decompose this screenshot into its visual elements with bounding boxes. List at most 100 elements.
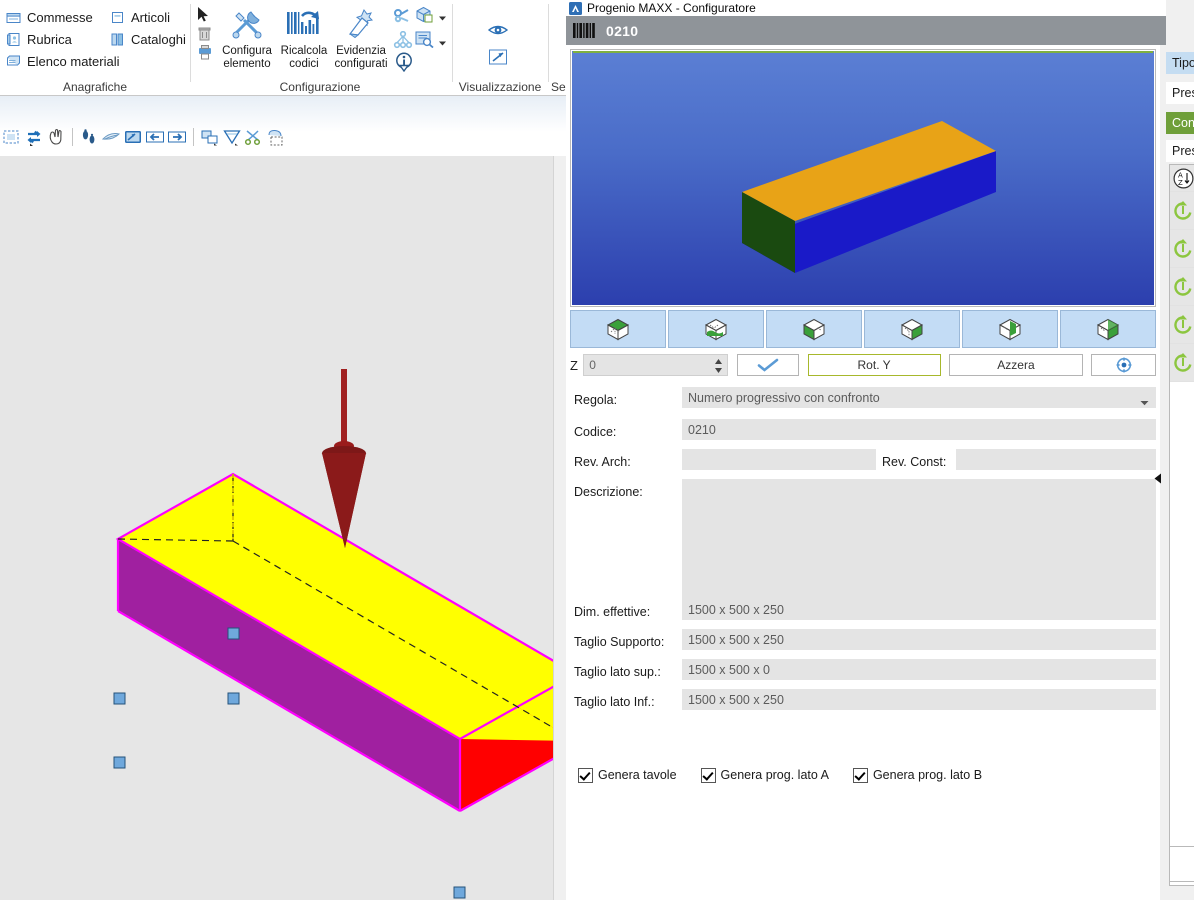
prev-view-icon[interactable] bbox=[145, 127, 165, 147]
taglio-lato-inf-label: Taglio lato Inf.: bbox=[574, 695, 655, 709]
refresh-arrows-icon[interactable] bbox=[24, 127, 44, 147]
clip-region-icon[interactable] bbox=[266, 127, 286, 147]
view-left-button[interactable] bbox=[962, 310, 1058, 348]
descrizione-textarea[interactable] bbox=[682, 479, 1156, 605]
isometric-view-icon[interactable] bbox=[487, 48, 509, 66]
azzera-button[interactable]: Azzera bbox=[948, 354, 1084, 376]
select-window-icon[interactable] bbox=[2, 127, 22, 147]
printer-icon[interactable] bbox=[197, 44, 213, 62]
taglio-lato-inf-field: 1500 x 500 x 250 bbox=[682, 689, 1156, 710]
chevron-down-icon[interactable] bbox=[1140, 395, 1149, 409]
camera-view-icon[interactable] bbox=[123, 127, 143, 147]
chevron-down-icon[interactable] bbox=[438, 36, 447, 46]
rev-arch-field[interactable] bbox=[682, 449, 876, 470]
trash-icon[interactable] bbox=[197, 26, 212, 42]
pan-hand-icon[interactable] bbox=[46, 127, 66, 147]
materials-list-icon bbox=[6, 54, 21, 69]
catalog-icon bbox=[110, 32, 125, 47]
rotate-up-icon[interactable] bbox=[1172, 238, 1194, 260]
walk-icon[interactable] bbox=[79, 127, 99, 147]
sidebar-header-pres-1[interactable]: Pres bbox=[1166, 82, 1194, 104]
z-spinner[interactable]: 0 bbox=[583, 354, 728, 376]
genera-tavole-checkbox[interactable]: Genera tavole bbox=[578, 767, 677, 783]
sidebar-list-item[interactable] bbox=[1170, 268, 1194, 306]
ribbon-group-label-selezione: Sele bbox=[551, 80, 568, 94]
sidebar-list-item[interactable] bbox=[1170, 344, 1194, 382]
genera-prog-lato-b-checkbox[interactable]: Genera prog. lato B bbox=[852, 767, 982, 783]
toolbar-separator bbox=[193, 128, 194, 146]
preview-3d-viewport[interactable]: LS BS BF bbox=[572, 51, 1154, 305]
view-bottom-button[interactable] bbox=[668, 310, 764, 348]
view-front-button[interactable] bbox=[766, 310, 862, 348]
view-right-button[interactable] bbox=[1060, 310, 1156, 348]
taglio-lato-sup-field: 1500 x 500 x 0 bbox=[682, 659, 1156, 680]
sidebar-header-con[interactable]: Con bbox=[1166, 112, 1194, 134]
view-back-button[interactable] bbox=[864, 310, 960, 348]
checkbox-icon[interactable] bbox=[578, 767, 593, 783]
cursor-arrow-icon[interactable] bbox=[196, 6, 210, 24]
spinner-arrows-icon[interactable] bbox=[714, 357, 723, 375]
eye-icon[interactable] bbox=[487, 22, 509, 38]
sidebar-list-item[interactable] bbox=[1170, 230, 1194, 268]
taglio-lato-sup-label: Taglio lato sup.: bbox=[574, 665, 661, 679]
ribbon-item-cataloghi[interactable]: Cataloghi bbox=[110, 32, 186, 47]
rotate-up-icon[interactable] bbox=[1172, 314, 1194, 336]
section-plane-icon[interactable] bbox=[222, 127, 242, 147]
svg-text:Z: Z bbox=[1178, 179, 1183, 187]
configurator-header: 0210 bbox=[566, 16, 1194, 45]
tools-icon bbox=[228, 11, 266, 45]
dim-effettive-field: 1500 x 500 x 250 bbox=[682, 599, 1156, 620]
regola-value: Numero progressivo con confronto bbox=[688, 390, 880, 405]
next-view-icon[interactable] bbox=[167, 127, 187, 147]
hierarchy-icon[interactable] bbox=[393, 30, 413, 49]
ricalcola-codici-button[interactable]: Ricalcola codici bbox=[278, 6, 330, 70]
evidenzia-configurati-button[interactable]: Evidenzia configurati bbox=[330, 6, 392, 70]
cad-viewport[interactable] bbox=[0, 156, 568, 900]
ribbon-item-commesse[interactable]: Commesse bbox=[6, 10, 93, 25]
taglio-lato-inf-value: 1500 x 500 x 250 bbox=[688, 692, 784, 707]
ribbon-separator bbox=[452, 4, 453, 82]
info-icon[interactable] bbox=[395, 52, 413, 73]
view-top-button[interactable] bbox=[570, 310, 666, 348]
ribbon-item-elenco-materiali[interactable]: Elenco materiali bbox=[6, 54, 120, 69]
cube-box-icon[interactable] bbox=[414, 5, 434, 24]
rot-y-button[interactable]: Rot. Y bbox=[807, 354, 941, 376]
dim-effettive-value: 1500 x 500 x 250 bbox=[688, 602, 784, 617]
link-chain-icon[interactable] bbox=[393, 7, 413, 25]
ribbon-item-articoli[interactable]: Articoli bbox=[110, 10, 170, 25]
panel-collapse-button[interactable] bbox=[1152, 470, 1164, 486]
rotate-up-icon[interactable] bbox=[1172, 276, 1194, 298]
sidebar-sort-row[interactable]: AZ bbox=[1170, 165, 1194, 192]
cut-scissors-icon[interactable] bbox=[244, 127, 264, 147]
address-book-icon bbox=[6, 32, 21, 47]
fly-icon[interactable] bbox=[101, 127, 121, 147]
toolbar-separator bbox=[72, 128, 73, 146]
preview-frame: LS BS BF bbox=[570, 49, 1156, 307]
sidebar-list-item[interactable] bbox=[1170, 192, 1194, 230]
button-label-line2: configurati bbox=[334, 57, 388, 70]
genera-prog-lato-a-checkbox[interactable]: Genera prog. lato A bbox=[700, 767, 829, 783]
codice-field[interactable]: 0210 bbox=[682, 419, 1156, 440]
checkbox-icon[interactable] bbox=[700, 767, 716, 783]
regola-select[interactable]: Numero progressivo con confronto bbox=[682, 387, 1156, 408]
chevron-down-icon[interactable] bbox=[438, 11, 447, 21]
sidebar-list[interactable]: AZ bbox=[1169, 164, 1194, 886]
checkbox-label: Genera tavole bbox=[598, 768, 677, 782]
rotate-up-icon[interactable] bbox=[1172, 352, 1194, 374]
form-search-icon[interactable] bbox=[414, 30, 435, 49]
copy-offset-icon[interactable] bbox=[200, 127, 220, 147]
checkbox-icon[interactable] bbox=[852, 767, 868, 783]
preview-highlight-line bbox=[573, 51, 1153, 53]
ribbon-item-label: Cataloghi bbox=[131, 32, 186, 47]
sidebar-list-item[interactable] bbox=[1170, 306, 1194, 344]
rotate-up-icon[interactable] bbox=[1172, 200, 1194, 222]
rev-const-field[interactable] bbox=[956, 449, 1156, 470]
ribbon-group-label-visualizzazione: Visualizzazione bbox=[458, 80, 542, 94]
configura-elemento-button[interactable]: Configura elemento bbox=[216, 6, 278, 70]
sort-az-icon[interactable]: AZ bbox=[1173, 168, 1194, 189]
target-button[interactable] bbox=[1091, 354, 1156, 376]
ribbon-item-rubrica[interactable]: Rubrica bbox=[6, 32, 72, 47]
sidebar-header-pres-2[interactable]: Pres bbox=[1166, 140, 1194, 162]
sidebar-header-tipo[interactable]: Tipo bbox=[1166, 52, 1194, 74]
z-confirm-button[interactable] bbox=[736, 354, 799, 376]
